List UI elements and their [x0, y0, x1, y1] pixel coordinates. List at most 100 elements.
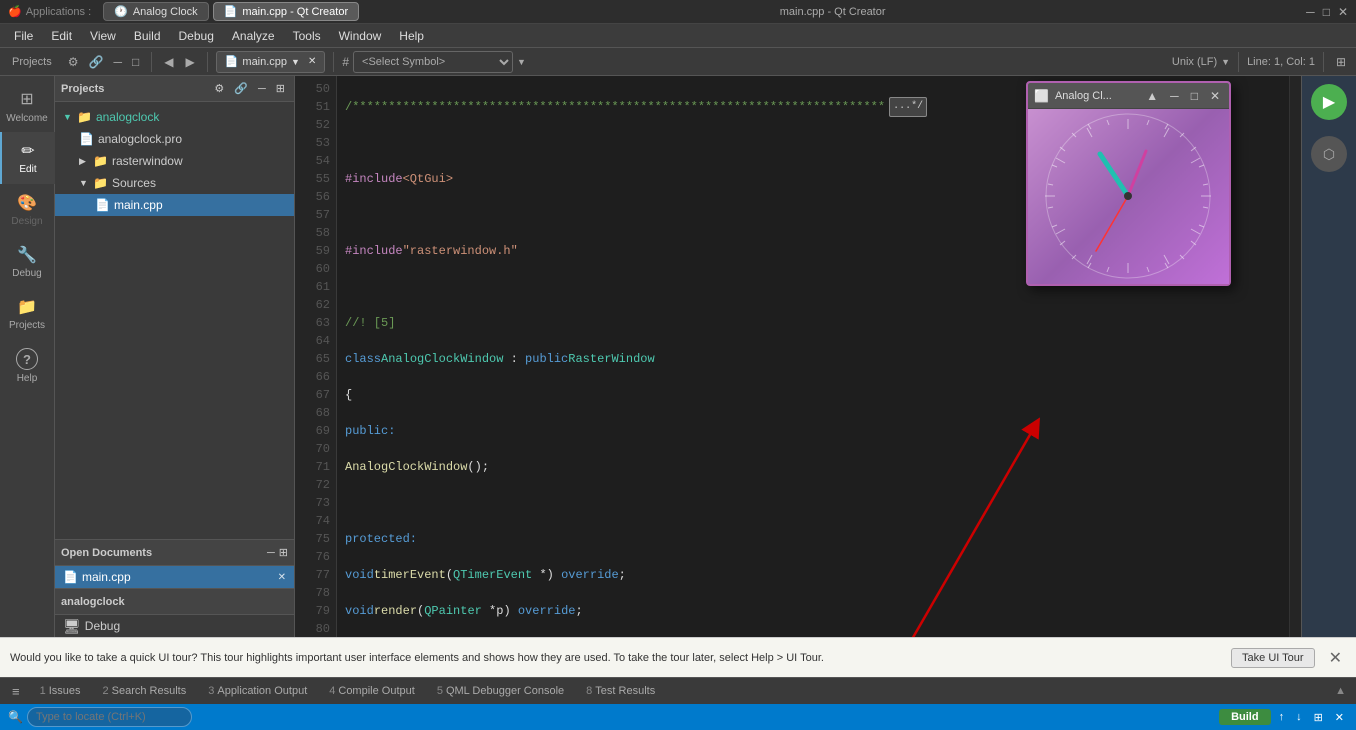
- tree-item-main[interactable]: 📄 main.cpp: [55, 194, 294, 216]
- projects-header-title: Projects: [61, 83, 207, 95]
- take-tour-btn[interactable]: Take UI Tour: [1231, 648, 1315, 668]
- sources-icon: 📁: [93, 176, 108, 190]
- app-output-num: 3: [208, 685, 214, 697]
- menu-file[interactable]: File: [6, 27, 41, 45]
- active-file-label: main.cpp: [242, 56, 287, 68]
- ln-63: 63: [295, 314, 336, 332]
- menu-tools[interactable]: Tools: [285, 27, 329, 45]
- ln-78: 78: [295, 584, 336, 602]
- kit-header: analogclock: [55, 589, 294, 615]
- active-file-tab[interactable]: 📄 main.cpp ▼ ✕: [216, 51, 326, 73]
- status-up-icon[interactable]: ↑: [1275, 711, 1289, 723]
- clock-max-btn[interactable]: □: [1188, 89, 1201, 103]
- bottom-tab-qml-debug[interactable]: 5 QML Debugger Console: [427, 679, 574, 703]
- locate-input[interactable]: [27, 707, 192, 727]
- projects-min-btn[interactable]: ─: [109, 53, 126, 71]
- projects-header-gear[interactable]: ⚙: [211, 81, 227, 96]
- bottom-tab-test-results[interactable]: 8 Test Results: [576, 679, 665, 703]
- os-applications-label: Applications :: [26, 6, 91, 18]
- editor-scrollbar[interactable]: [1289, 76, 1301, 637]
- line-numbers: 50 51 52 53 54 55 56 57 58 59 60 61 62 6…: [295, 76, 337, 637]
- sidebar-item-debug[interactable]: 🔧 Debug: [0, 236, 55, 288]
- tree-item-sources[interactable]: ▼ 📁 Sources: [55, 172, 294, 194]
- file-tree: ▼ 📁 analogclock 📄 analogclock.pro ▶ 📁 ra…: [55, 102, 294, 539]
- welcome-label: Welcome: [6, 113, 48, 124]
- tab-close-icon[interactable]: ✕: [308, 56, 316, 67]
- tree-item-root[interactable]: ▼ 📁 analogclock: [55, 106, 294, 128]
- bottom-tab-menu[interactable]: ≡: [4, 679, 28, 703]
- split-btn[interactable]: ⊞: [1332, 53, 1350, 71]
- menu-analyze[interactable]: Analyze: [224, 27, 283, 45]
- bottom-tabs-dropdown[interactable]: ▲: [1329, 685, 1352, 697]
- projects-icon: 📁: [17, 297, 37, 317]
- build-indicator[interactable]: Build: [1219, 709, 1271, 725]
- menu-build[interactable]: Build: [126, 27, 169, 45]
- projects-header-min[interactable]: ─: [255, 82, 269, 96]
- code-line-64: void render(QPainter *p) override;: [345, 602, 1281, 620]
- tree-item-pro[interactable]: 📄 analogclock.pro: [55, 128, 294, 150]
- open-docs-min[interactable]: ─: [267, 547, 275, 559]
- menu-debug[interactable]: Debug: [171, 27, 222, 45]
- bottom-tab-compile[interactable]: 4 Compile Output: [319, 679, 425, 703]
- right-run-btn[interactable]: ▶: [1311, 84, 1347, 120]
- right-stop-btn[interactable]: ⬡: [1311, 136, 1347, 172]
- clock-up-btn[interactable]: ▲: [1143, 89, 1161, 103]
- ln-61: 61: [295, 278, 336, 296]
- bottom-tab-search-results[interactable]: 2 Search Results: [93, 679, 197, 703]
- clock-close-btn[interactable]: ✕: [1207, 89, 1223, 103]
- menu-edit[interactable]: Edit: [43, 27, 80, 45]
- bottom-tabs: ≡ 1 Issues 2 Search Results 3 Applicatio…: [0, 677, 1356, 704]
- window-close-btn[interactable]: ✕: [1338, 5, 1348, 19]
- ln-56: 56: [295, 188, 336, 206]
- status-down-icon[interactable]: ↓: [1292, 711, 1306, 723]
- bottom-tab-issues[interactable]: 1 Issues: [30, 679, 91, 703]
- window-maximize-btn[interactable]: □: [1323, 5, 1330, 19]
- sidebar-item-edit[interactable]: ✏ Edit: [0, 132, 55, 184]
- compile-label: Compile Output: [338, 685, 414, 697]
- notification-close-btn[interactable]: ✕: [1325, 648, 1346, 668]
- kit-debug-item[interactable]: 🖥 Debug: [55, 615, 294, 637]
- tree-item-raster[interactable]: ▶ 📁 rasterwindow: [55, 150, 294, 172]
- debug-label: Debug: [12, 268, 41, 279]
- ln-66: 66: [295, 368, 336, 386]
- code-line-60: AnalogClockWindow();: [345, 458, 1281, 476]
- sidebar-item-projects[interactable]: 📁 Projects: [0, 288, 55, 340]
- ln-71: 71: [295, 458, 336, 476]
- line-ending-dropdown[interactable]: ▼: [1221, 57, 1230, 67]
- status-close-icon[interactable]: ✕: [1331, 711, 1348, 724]
- status-split-icon[interactable]: ⊞: [1310, 711, 1327, 724]
- menu-window[interactable]: Window: [331, 27, 390, 45]
- sidebar-item-help[interactable]: ? Help: [0, 340, 55, 392]
- search-results-label: Search Results: [112, 685, 187, 697]
- open-doc-close[interactable]: ✕: [278, 572, 286, 583]
- sources-label: Sources: [112, 176, 156, 190]
- menu-view[interactable]: View: [82, 27, 124, 45]
- sidebar-item-welcome[interactable]: ⊞ Welcome: [0, 80, 55, 132]
- os-tab-qtcreator[interactable]: 📄 main.cpp - Qt Creator: [213, 2, 359, 21]
- edit-label: Edit: [19, 164, 36, 175]
- clock-min-btn[interactable]: ─: [1167, 89, 1182, 103]
- projects-header-split[interactable]: ⊞: [273, 81, 288, 96]
- open-doc-label: main.cpp: [82, 570, 131, 584]
- menu-help[interactable]: Help: [391, 27, 432, 45]
- bottom-tab-app-output[interactable]: 3 Application Output: [198, 679, 317, 703]
- qml-debug-num: 5: [437, 685, 443, 697]
- nav-back-btn[interactable]: ◀: [160, 53, 177, 71]
- projects-header-link[interactable]: 🔗: [231, 81, 251, 96]
- projects-link-btn[interactable]: 🔗: [85, 53, 108, 71]
- open-doc-main[interactable]: 📄 main.cpp ✕: [55, 566, 294, 588]
- nav-fwd-btn[interactable]: ▶: [181, 53, 198, 71]
- open-docs-split[interactable]: ⊞: [279, 546, 288, 559]
- window-minimize-btn[interactable]: ─: [1306, 5, 1315, 19]
- ln-58: 58: [295, 224, 336, 242]
- projects-filter-btn[interactable]: ⚙: [64, 53, 83, 71]
- pro-icon: 📄: [79, 132, 94, 146]
- os-tab-analogclock[interactable]: 🕐 Analog Clock: [103, 2, 209, 21]
- kit-title: analogclock: [61, 596, 288, 608]
- ln-59: 59: [295, 242, 336, 260]
- projects-max-btn[interactable]: □: [128, 53, 143, 71]
- ln-52: 52: [295, 116, 336, 134]
- symbol-selector[interactable]: <Select Symbol>: [353, 51, 513, 73]
- sidebar-item-design[interactable]: 🎨 Design: [0, 184, 55, 236]
- ln-60: 60: [295, 260, 336, 278]
